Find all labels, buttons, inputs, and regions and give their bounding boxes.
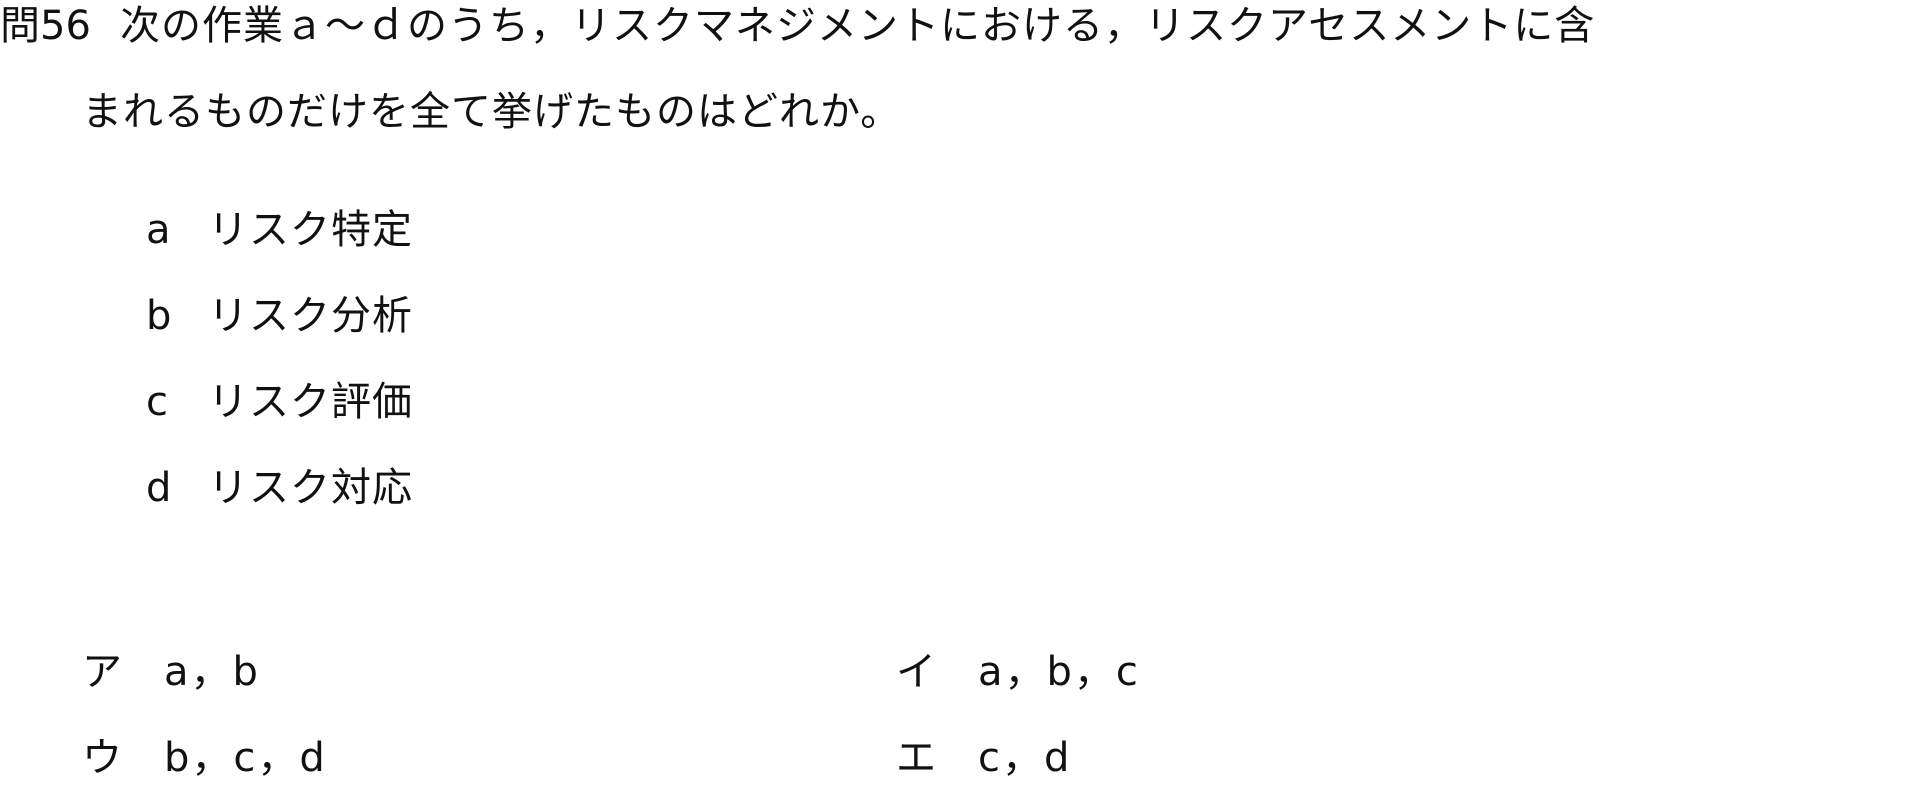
choice-label: ア [82, 649, 122, 695]
item-text: リスク特定 [208, 207, 413, 253]
choice-value: a，b，c [978, 649, 1140, 695]
item-letter: b [146, 293, 172, 339]
choice-value: c，d [978, 735, 1072, 781]
choice-value: a，b [164, 649, 260, 695]
item-text: リスク評価 [208, 379, 413, 425]
question-number: 問56 [0, 3, 91, 49]
item-letter: d [146, 465, 172, 511]
question-text-line-1: 次の作業ａ～ｄのうち，リスクマネジメントにおける，リスクアセスメントに含 [120, 3, 1596, 49]
choice-value: b，c，d [164, 735, 327, 781]
item-text: リスク分析 [208, 293, 413, 339]
choice-label: エ [896, 735, 936, 781]
item-letter: a [146, 207, 171, 253]
item-letter: c [146, 379, 168, 425]
item-text: リスク対応 [208, 465, 413, 511]
choice-label: イ [896, 649, 936, 695]
question-text-line-2: まれるものだけを全て挙げたものはどれか。 [82, 89, 902, 135]
choice-label: ウ [82, 735, 122, 781]
